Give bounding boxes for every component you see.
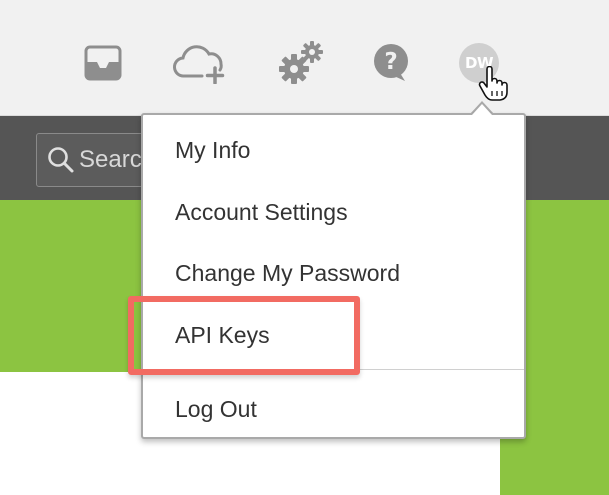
top-toolbar: ? DW xyxy=(0,0,609,116)
menu-caret-fill xyxy=(472,104,492,115)
user-dropdown-menu: My Info Account Settings Change My Passw… xyxy=(141,113,526,439)
menu-divider xyxy=(143,369,524,370)
menu-item-account-settings[interactable]: Account Settings xyxy=(175,199,348,226)
search-icon xyxy=(47,146,75,174)
menu-item-api-keys[interactable]: API Keys xyxy=(175,322,270,349)
cloud-upload-icon[interactable] xyxy=(172,42,230,84)
menu-item-change-password[interactable]: Change My Password xyxy=(175,260,400,287)
inbox-icon[interactable] xyxy=(84,44,122,82)
menu-item-my-info[interactable]: My Info xyxy=(175,137,250,164)
menu-item-log-out[interactable]: Log Out xyxy=(175,396,257,423)
user-avatar[interactable]: DW xyxy=(459,43,499,83)
gears-icon[interactable] xyxy=(277,40,327,86)
help-icon[interactable]: ? xyxy=(372,43,410,83)
svg-text:?: ? xyxy=(384,49,397,75)
